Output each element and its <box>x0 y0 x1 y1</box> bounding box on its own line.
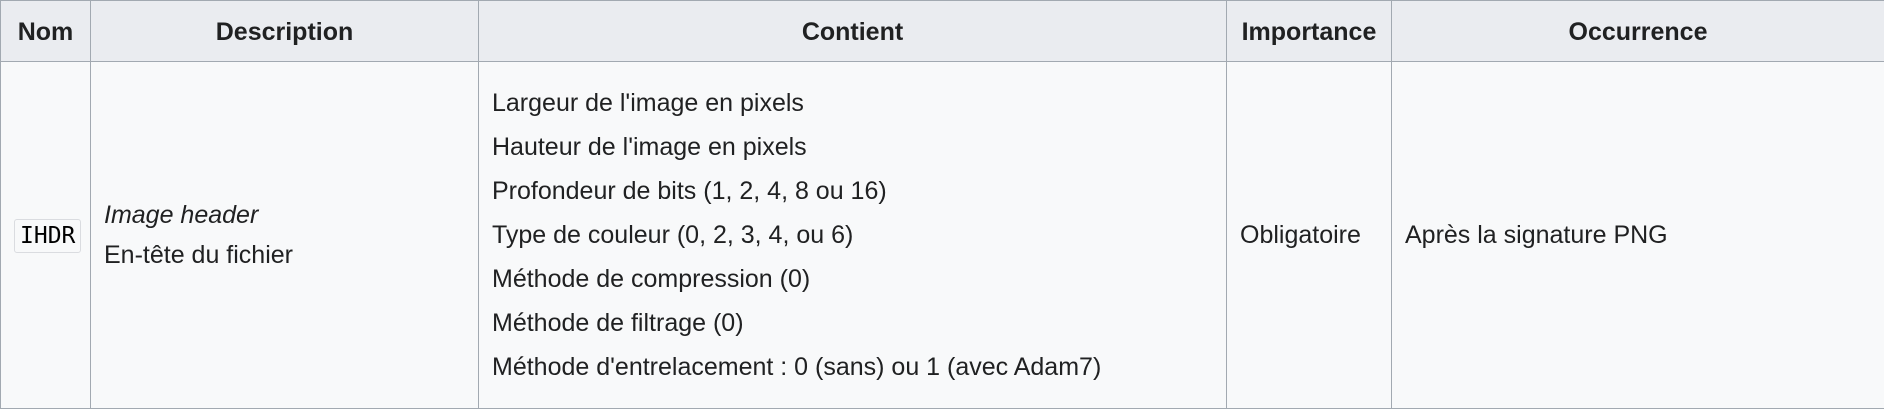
header-row: Nom Description Contient Importance Occu… <box>1 1 1884 62</box>
cell-contient: Largeur de l'image en pixels Hauteur de … <box>479 62 1227 409</box>
png-chunks-table: Nom Description Contient Importance Occu… <box>0 0 1884 409</box>
cell-occurrence: Après la signature PNG <box>1392 62 1884 409</box>
header-description[interactable]: Description <box>91 1 479 62</box>
description-italic-text: Image header <box>104 195 465 235</box>
cell-description: Image header En-tête du fichier <box>91 62 479 409</box>
header-nom[interactable]: Nom <box>1 1 91 62</box>
list-item: Type de couleur (0, 2, 3, 4, ou 6) <box>492 213 1213 257</box>
list-item: Méthode de compression (0) <box>492 257 1213 301</box>
cell-nom: IHDR <box>1 62 91 409</box>
list-item: Largeur de l'image en pixels <box>492 81 1213 125</box>
chunk-name-code: IHDR <box>14 219 81 253</box>
cell-importance: Obligatoire <box>1227 62 1392 409</box>
list-item: Profondeur de bits (1, 2, 4, 8 ou 16) <box>492 169 1213 213</box>
header-importance[interactable]: Importance <box>1227 1 1392 62</box>
table-row: IHDR Image header En-tête du fichier Lar… <box>1 62 1884 409</box>
list-item: Méthode de filtrage (0) <box>492 301 1213 345</box>
list-item: Méthode d'entrelacement : 0 (sans) ou 1 … <box>492 345 1213 389</box>
list-item: Hauteur de l'image en pixels <box>492 125 1213 169</box>
header-occurrence[interactable]: Occurrence <box>1392 1 1884 62</box>
description-text: En-tête du fichier <box>104 235 465 275</box>
contient-list: Largeur de l'image en pixels Hauteur de … <box>492 81 1213 389</box>
header-contient[interactable]: Contient <box>479 1 1227 62</box>
